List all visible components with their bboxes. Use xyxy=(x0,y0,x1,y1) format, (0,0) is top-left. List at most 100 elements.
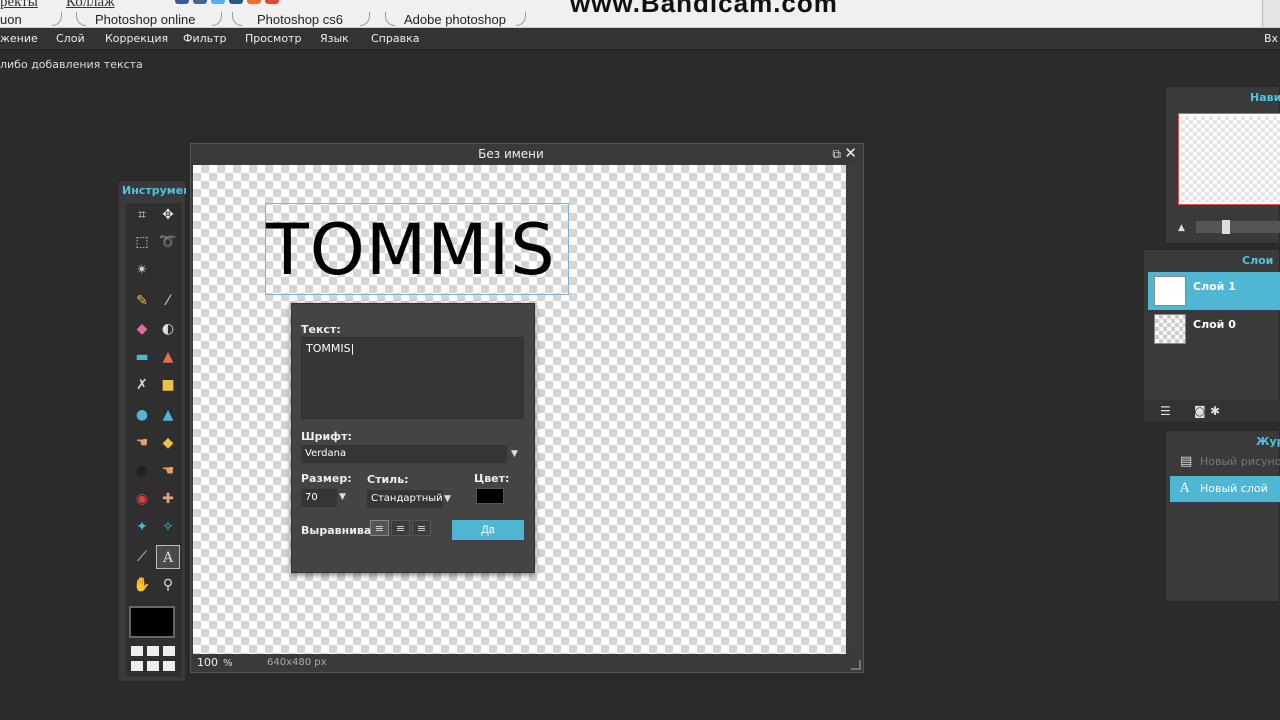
text-tool-dialog: Текст: TOMMIS| Шрифт: Verdana ▼ Размер: … xyxy=(291,303,535,573)
font-select[interactable]: Verdana xyxy=(301,445,507,463)
bookmark-separator xyxy=(360,12,370,26)
chevron-down-icon[interactable]: ▼ xyxy=(511,449,518,459)
shape-icon[interactable]: ■ xyxy=(156,373,180,397)
bloat-icon[interactable]: ✦ xyxy=(130,515,154,539)
bookmark-photoshop-online[interactable]: Photoshop online xyxy=(95,12,195,27)
bookmark-adobe-photoshop[interactable]: Adobe photoshop xyxy=(404,12,506,27)
document-titlebar[interactable]: Без имени ⧉ ✕ xyxy=(191,144,863,164)
menu-layer[interactable]: Слой xyxy=(56,32,85,45)
paint-bucket-icon[interactable]: ◐ xyxy=(156,317,180,341)
size-label: Размер: xyxy=(301,472,352,485)
layers-title: Слои xyxy=(1242,254,1274,267)
font-label: Шрифт: xyxy=(301,430,352,443)
history-item[interactable]: A Новый слой xyxy=(1170,476,1280,502)
close-icon[interactable]: ✕ xyxy=(844,144,857,162)
menu-language[interactable]: Язык xyxy=(320,32,349,45)
menubar: жение Слой Коррекция Фильтр Просмотр Язы… xyxy=(0,28,1280,50)
dodge-icon[interactable]: ● xyxy=(130,459,154,483)
zoom-slider[interactable] xyxy=(1196,220,1280,234)
size-select[interactable]: 70 xyxy=(301,489,337,507)
facebook-icon[interactable] xyxy=(175,0,189,4)
red-eye-icon[interactable]: ◉ xyxy=(130,487,154,511)
bookmark-separator xyxy=(232,12,242,26)
move-icon[interactable]: ✥ xyxy=(156,203,180,227)
menu-adjustments[interactable]: Коррекция xyxy=(105,32,168,45)
pinch-icon[interactable]: ✧ xyxy=(156,515,180,539)
menu-filter[interactable]: Фильтр xyxy=(183,32,227,45)
text-color-swatch[interactable] xyxy=(476,488,504,504)
marquee-icon[interactable]: ⬚ xyxy=(130,230,154,254)
spot-heal-icon[interactable]: ✚ xyxy=(156,487,180,511)
chevron-down-icon[interactable]: ▼ xyxy=(339,492,346,502)
text-label: Текст: xyxy=(301,323,341,336)
menu-image[interactable]: жение xyxy=(0,32,38,45)
new-layer-icon[interactable]: ✱ xyxy=(1210,404,1220,418)
resize-grip-icon[interactable] xyxy=(851,660,861,670)
magic-wand-icon[interactable]: ✴ xyxy=(130,258,154,282)
top-link-collage[interactable]: Коллаж xyxy=(66,0,115,11)
layer-settings-icon[interactable]: ☰ xyxy=(1160,404,1171,418)
text-input[interactable]: TOMMIS| xyxy=(301,337,524,419)
twitter-icon[interactable] xyxy=(211,0,225,4)
history-item-label: Новый слой xyxy=(1200,482,1268,495)
color-label: Цвет: xyxy=(474,472,510,485)
restore-window-icon[interactable]: ⧉ xyxy=(832,147,841,162)
bookmark-separator xyxy=(76,12,86,26)
zoom-icon[interactable]: ⚲ xyxy=(156,573,180,597)
sharpen-icon[interactable]: ▲ xyxy=(156,403,180,427)
align-center-icon[interactable]: ≡ xyxy=(391,520,410,536)
chevron-down-icon[interactable]: ▼ xyxy=(444,494,451,504)
palette-toggle-icon[interactable] xyxy=(131,646,175,672)
navigator-thumbnail[interactable] xyxy=(1178,113,1280,205)
zoom-level[interactable]: 100 xyxy=(197,656,218,669)
blur-icon[interactable]: ● xyxy=(130,403,154,427)
mail-icon[interactable] xyxy=(229,0,243,4)
pencil-icon[interactable]: ✎ xyxy=(130,289,154,313)
layer-item[interactable]: Слой 1 xyxy=(1148,272,1280,310)
bookmark-uon[interactable]: uon xyxy=(0,12,22,27)
vk-icon[interactable] xyxy=(193,0,207,4)
layer-thumbnail xyxy=(1154,276,1186,306)
page-scrollbar[interactable] xyxy=(1262,0,1280,27)
brush-icon[interactable]: ⁄ xyxy=(156,289,180,313)
menu-help[interactable]: Справка xyxy=(371,32,419,45)
share-icons xyxy=(175,0,279,4)
sponge-icon[interactable]: ◆ xyxy=(156,431,180,455)
burn-icon[interactable]: ☚ xyxy=(156,459,180,483)
layer-name: Слой 0 xyxy=(1193,318,1236,331)
bookmark-separator xyxy=(52,12,62,26)
zoom-out-icon[interactable]: ▲ xyxy=(1178,223,1185,233)
gradient-icon[interactable]: ▬ xyxy=(130,345,154,369)
text-icon[interactable]: A xyxy=(156,545,180,569)
text-layer-box[interactable]: TOMMIS xyxy=(265,203,569,295)
align-left-icon[interactable]: ≡ xyxy=(370,520,389,536)
eraser-icon[interactable]: ◆ xyxy=(130,317,154,341)
top-link-projects[interactable]: ректы xyxy=(0,0,38,11)
zoom-slider-handle[interactable] xyxy=(1222,220,1230,234)
foreground-color-swatch[interactable] xyxy=(129,606,175,638)
style-select[interactable]: Стандартный xyxy=(367,490,443,508)
menu-login[interactable]: Вх xyxy=(1264,32,1278,45)
history-item[interactable]: ▤ Новый рисунок xyxy=(1170,449,1280,475)
layer-mask-icon[interactable]: ◙ xyxy=(1194,404,1206,418)
gplus-icon[interactable] xyxy=(265,0,279,4)
bookmark-photoshop-cs6[interactable]: Photoshop cs6 xyxy=(257,12,343,27)
hand-icon[interactable]: ✋ xyxy=(130,573,154,597)
align-right-icon[interactable]: ≡ xyxy=(412,520,431,536)
ok-button[interactable]: Да xyxy=(452,520,524,540)
navigator-panel: Навиг ▲ xyxy=(1165,86,1280,244)
layers-toolbar: ☰ ◙ ✱ xyxy=(1144,400,1280,422)
history-item-label: Новый рисунок xyxy=(1200,455,1280,468)
crop-icon[interactable]: ⌗ xyxy=(130,203,154,227)
eyedropper-icon[interactable]: ⟋ xyxy=(130,545,154,569)
layers-panel: Слои Слой 1 Слой 0 ☰ ◙ ✱ xyxy=(1143,249,1280,423)
menu-view[interactable]: Просмотр xyxy=(245,32,301,45)
clone-stamp-icon[interactable]: ▲ xyxy=(156,345,180,369)
smudge-icon[interactable]: ☚ xyxy=(130,431,154,455)
bookmark-separator xyxy=(212,12,222,26)
lasso-icon[interactable]: ➰ xyxy=(156,230,180,254)
ok-icon[interactable] xyxy=(247,0,261,4)
layer-item[interactable]: Слой 0 xyxy=(1148,310,1280,348)
browser-bookmarks-bar: ректы Коллаж uon Photoshop online Photos… xyxy=(0,0,1280,28)
color-replace-icon[interactable]: ✗ xyxy=(130,373,154,397)
